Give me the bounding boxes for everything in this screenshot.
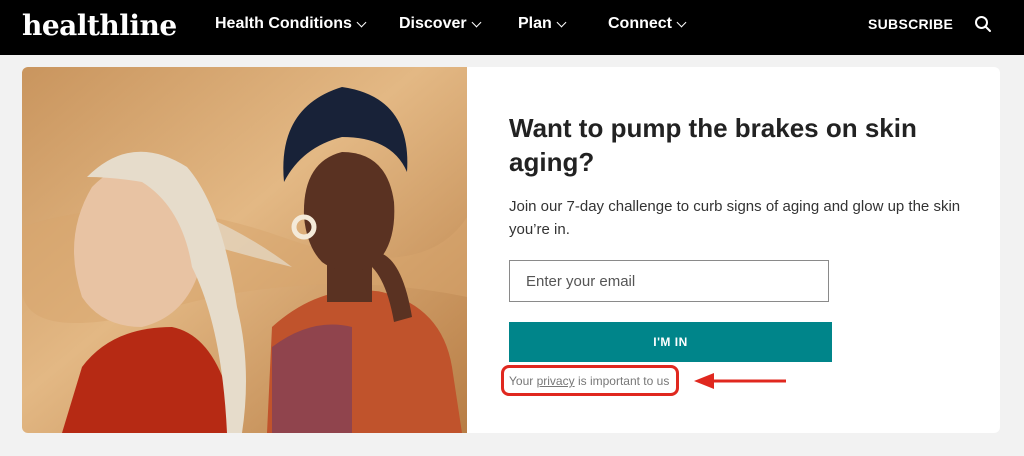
nav-item-label: Plan (518, 15, 552, 32)
chevron-down-icon (471, 17, 482, 27)
search-icon[interactable] (974, 15, 992, 33)
privacy-text-post: is important to us (574, 374, 670, 388)
im-in-button[interactable]: I'M IN (509, 322, 832, 362)
chevron-down-icon (556, 17, 567, 27)
privacy-link[interactable]: privacy (537, 374, 575, 388)
privacy-note: Your privacy is important to us (509, 374, 669, 388)
subscribe-link[interactable]: SUBSCRIBE (868, 16, 953, 32)
nav-item-label: Discover (399, 15, 467, 32)
healthline-logo[interactable]: healthline (22, 9, 177, 42)
chevron-down-icon (676, 17, 687, 27)
arrow-left-icon (694, 373, 786, 389)
nav-health-conditions[interactable]: Health Conditions (215, 15, 367, 33)
nav-connect[interactable]: Connect (608, 15, 687, 33)
promo-photo (22, 67, 467, 433)
email-input[interactable] (509, 260, 829, 302)
promo-subtext: Join our 7-day challenge to curb signs o… (509, 198, 961, 238)
promo-card: Want to pump the brakes on skin aging? J… (22, 67, 1000, 433)
chevron-down-icon (356, 17, 367, 27)
nav-discover[interactable]: Discover (399, 15, 482, 33)
promo-headline: Want to pump the brakes on skin aging? (509, 113, 917, 177)
nav-plan[interactable]: Plan (518, 15, 567, 33)
privacy-text-pre: Your (509, 374, 537, 388)
nav-item-label: Connect (608, 15, 672, 32)
top-nav: healthline Health Conditions Discover Pl… (0, 0, 1024, 55)
nav-item-label: Health Conditions (215, 15, 352, 32)
